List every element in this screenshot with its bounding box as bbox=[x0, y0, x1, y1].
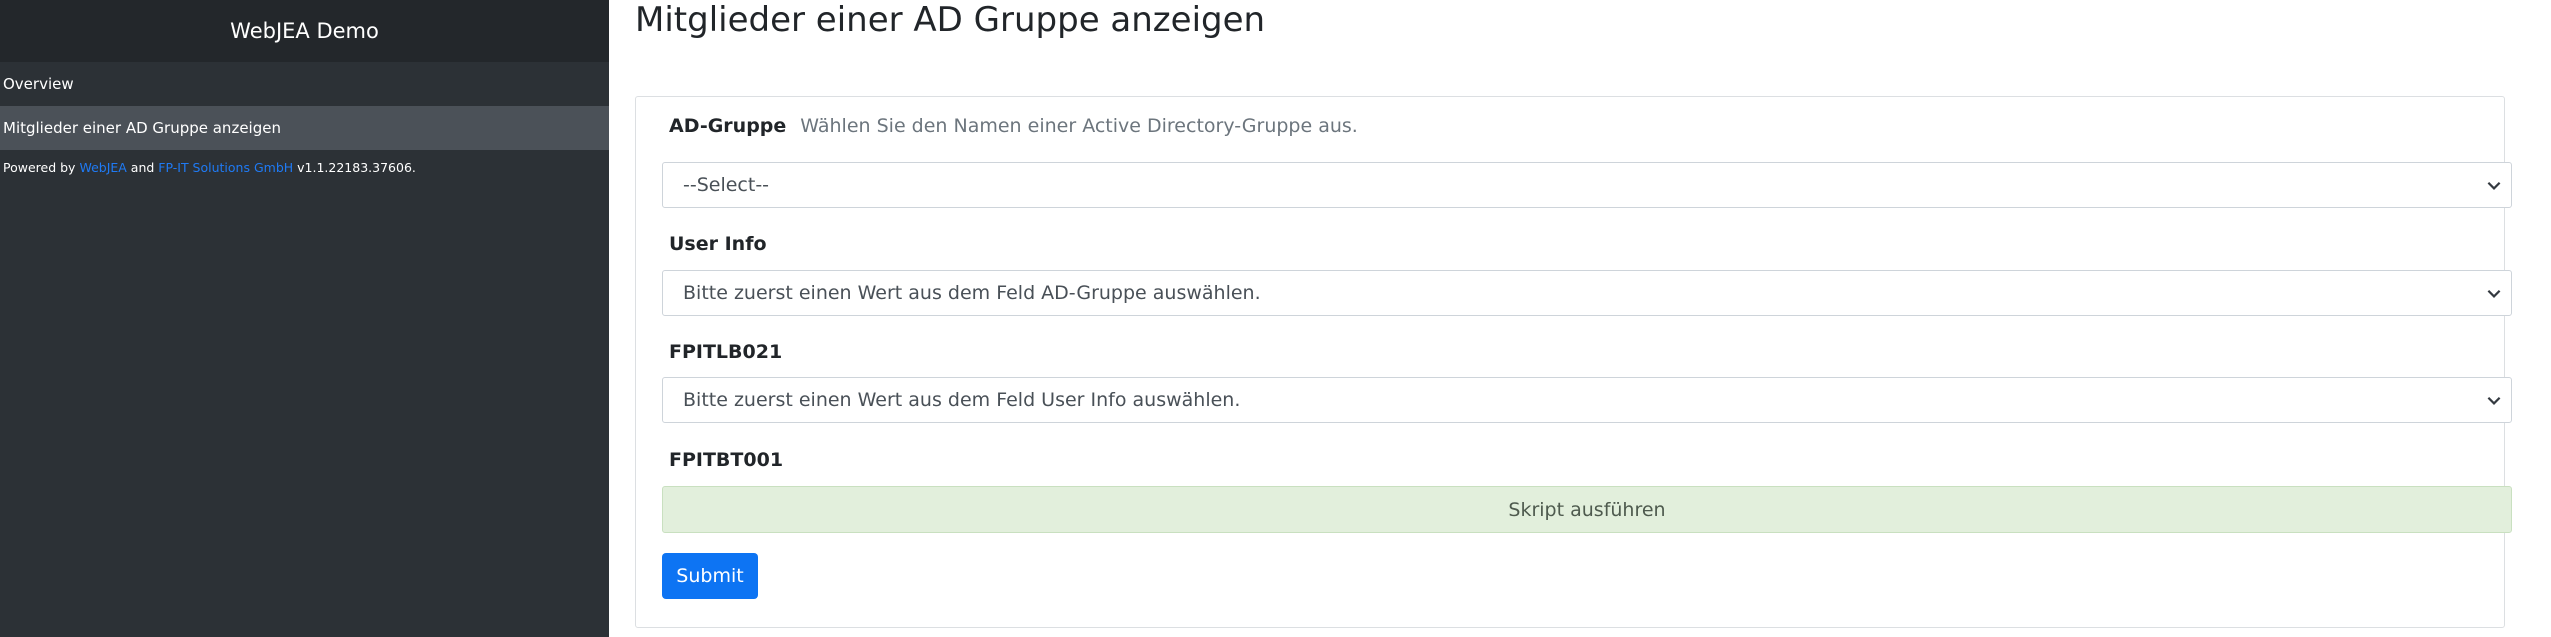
fpitlb021-select[interactable]: Bitte zuerst einen Wert aus dem Feld Use… bbox=[662, 377, 2512, 423]
sidebar: WebJEA Demo Overview Mitglieder einer AD… bbox=[0, 0, 609, 637]
chevron-down-icon bbox=[2487, 181, 2501, 190]
ad-group-label-row: AD-Gruppe Wählen Sie den Namen einer Act… bbox=[669, 115, 1358, 137]
user-info-select[interactable]: Bitte zuerst einen Wert aus dem Feld AD-… bbox=[662, 270, 2512, 316]
page-title: Mitglieder einer AD Gruppe anzeigen bbox=[635, 0, 1266, 40]
fpitlb021-label: FPITLB021 bbox=[669, 341, 783, 363]
user-info-label-row: User Info bbox=[669, 233, 767, 255]
user-info-label: User Info bbox=[669, 233, 767, 255]
sidebar-item-ad-group-members[interactable]: Mitglieder einer AD Gruppe anzeigen bbox=[0, 106, 609, 150]
fpitbt001-label-row: FPITBT001 bbox=[669, 449, 783, 471]
form-card: AD-Gruppe Wählen Sie den Namen einer Act… bbox=[635, 96, 2512, 628]
fpitbt001-label: FPITBT001 bbox=[669, 449, 784, 471]
main-content: Mitglieder einer AD Gruppe anzeigen AD-G… bbox=[609, 0, 2551, 637]
powered-by-footer: Powered by WebJEA and FP-IT Solutions Gm… bbox=[0, 160, 609, 175]
version-text: v1.1.22183.37606. bbox=[293, 160, 416, 175]
fpitlb021-select-value: Bitte zuerst einen Wert aus dem Feld Use… bbox=[683, 389, 1241, 411]
ad-group-select[interactable]: --Select-- bbox=[662, 162, 2512, 208]
fpitlb021-label-row: FPITLB021 bbox=[669, 341, 782, 363]
submit-button[interactable]: Submit bbox=[662, 553, 758, 599]
ad-group-select-value: --Select-- bbox=[683, 174, 770, 196]
chevron-down-icon bbox=[2487, 396, 2501, 405]
fpit-link[interactable]: FP-IT Solutions GmbH bbox=[158, 160, 293, 175]
app-brand[interactable]: WebJEA Demo bbox=[0, 0, 609, 62]
run-script-button[interactable]: Skript ausführen bbox=[662, 486, 2512, 533]
ad-group-label: AD-Gruppe bbox=[669, 115, 787, 137]
user-info-select-value: Bitte zuerst einen Wert aus dem Feld AD-… bbox=[683, 282, 1261, 304]
ad-group-help: Wählen Sie den Namen einer Active Direct… bbox=[800, 115, 1358, 137]
sidebar-item-overview[interactable]: Overview bbox=[0, 62, 609, 106]
chevron-down-icon bbox=[2487, 289, 2501, 298]
powered-prefix: Powered by bbox=[3, 160, 80, 175]
powered-and: and bbox=[126, 160, 159, 175]
webjea-link[interactable]: WebJEA bbox=[79, 160, 126, 175]
